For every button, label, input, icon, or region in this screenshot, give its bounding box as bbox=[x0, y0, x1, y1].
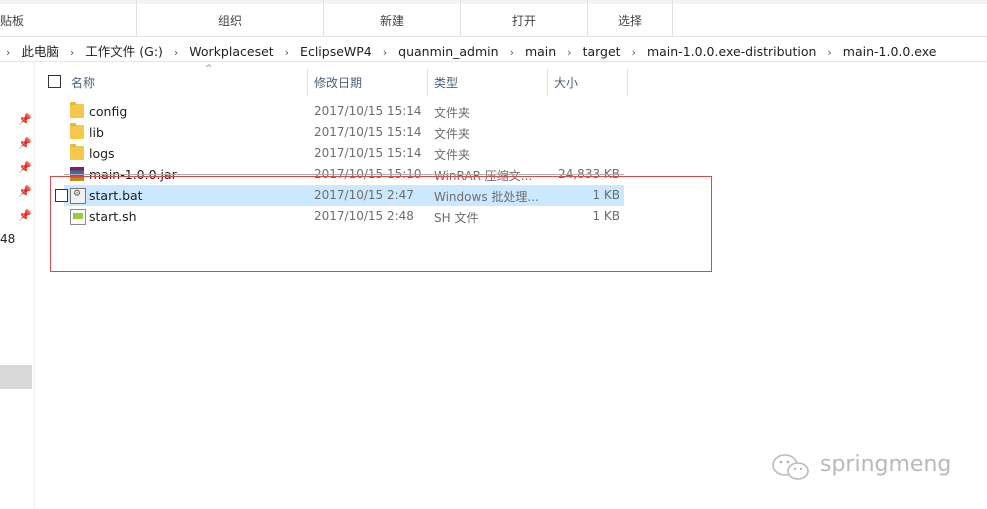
file-date: 2017/10/15 15:14 bbox=[314, 125, 422, 139]
breadcrumb-item[interactable]: main-1.0.0.exe-distribution bbox=[647, 44, 816, 59]
column-size[interactable]: 大小 bbox=[554, 74, 578, 91]
folder-icon bbox=[70, 123, 84, 139]
breadcrumb: › 此电脑 › 工作文件 (G:) › Workplaceset › Eclip… bbox=[6, 41, 936, 60]
navigation-pane[interactable]: 📌 📌 📌 📌 📌 48 bbox=[0, 62, 35, 509]
pin-icon[interactable]: 📌 bbox=[18, 137, 32, 150]
address-bar[interactable]: › 此电脑 › 工作文件 (G:) › Workplaceset › Eclip… bbox=[0, 37, 987, 62]
annotation-rectangle bbox=[50, 176, 712, 272]
file-type: 文件夹 bbox=[434, 127, 471, 141]
chevron-right-icon[interactable]: › bbox=[285, 46, 289, 59]
file-row[interactable]: logs 2017/10/15 15:14 文件夹 bbox=[64, 143, 624, 164]
ribbon-group-new[interactable]: 新建 bbox=[324, 0, 461, 36]
folder-icon bbox=[70, 144, 84, 160]
ribbon-group-select[interactable]: 选择 bbox=[588, 0, 673, 36]
column-type[interactable]: 类型 bbox=[434, 74, 458, 91]
ribbon-group-label: 贴板 bbox=[0, 14, 25, 28]
file-type: 文件夹 bbox=[434, 148, 471, 162]
ribbon: 贴板 组织 新建 打开 选择 bbox=[0, 0, 987, 37]
file-date: 2017/10/15 15:14 bbox=[314, 146, 422, 160]
folder-icon bbox=[70, 102, 84, 118]
sort-ascending-icon: ^ bbox=[205, 64, 213, 74]
watermark-text: springmeng bbox=[820, 452, 952, 477]
breadcrumb-item[interactable]: main bbox=[525, 44, 556, 59]
breadcrumb-item[interactable]: EclipseWP4 bbox=[300, 44, 372, 59]
file-date: 2017/10/15 15:14 bbox=[314, 104, 422, 118]
column-header: ^ 名称 修改日期 类型 大小 bbox=[34, 64, 634, 98]
breadcrumb-item[interactable]: 此电脑 bbox=[21, 41, 59, 60]
file-name: lib bbox=[89, 125, 104, 140]
chevron-right-icon[interactable]: › bbox=[510, 46, 514, 59]
chevron-right-icon[interactable]: › bbox=[567, 46, 571, 59]
ribbon-group-clipboard[interactable]: 贴板 bbox=[0, 0, 137, 36]
row-strike-line bbox=[64, 174, 624, 175]
breadcrumb-item[interactable]: Workplaceset bbox=[189, 44, 273, 59]
nav-item-selected[interactable] bbox=[0, 365, 32, 389]
file-type: 文件夹 bbox=[434, 106, 471, 120]
ribbon-group-label: 组织 bbox=[217, 14, 242, 28]
nav-item-label: 48 bbox=[0, 232, 16, 246]
ribbon-group-open[interactable]: 打开 bbox=[461, 0, 588, 36]
pin-icon[interactable]: 📌 bbox=[18, 161, 32, 174]
breadcrumb-item[interactable]: target bbox=[583, 44, 621, 59]
breadcrumb-item[interactable]: quanmin_admin bbox=[398, 44, 498, 59]
file-row[interactable]: lib 2017/10/15 15:14 文件夹 bbox=[64, 122, 624, 143]
wechat-icon bbox=[772, 454, 809, 480]
column-name[interactable]: 名称 bbox=[71, 74, 95, 91]
chevron-right-icon[interactable]: › bbox=[70, 46, 74, 59]
chevron-right-icon[interactable]: › bbox=[632, 46, 636, 59]
column-date[interactable]: 修改日期 bbox=[314, 74, 362, 91]
pin-icon[interactable]: 📌 bbox=[18, 185, 32, 198]
breadcrumb-item[interactable]: main-1.0.0.exe bbox=[843, 44, 937, 59]
select-all-checkbox[interactable] bbox=[48, 75, 61, 88]
breadcrumb-item[interactable]: 工作文件 (G:) bbox=[85, 41, 163, 60]
file-name: logs bbox=[89, 146, 115, 161]
column-divider[interactable] bbox=[547, 68, 548, 96]
ribbon-group-label: 打开 bbox=[511, 14, 536, 28]
column-divider[interactable] bbox=[307, 68, 308, 96]
column-divider[interactable] bbox=[427, 68, 428, 96]
file-row[interactable]: config 2017/10/15 15:14 文件夹 bbox=[64, 101, 624, 122]
pin-icon[interactable]: 📌 bbox=[18, 113, 32, 126]
pin-icon[interactable]: 📌 bbox=[18, 209, 32, 222]
ribbon-group-label: 选择 bbox=[617, 14, 642, 28]
file-name: config bbox=[89, 104, 128, 119]
chevron-right-icon[interactable]: › bbox=[383, 46, 387, 59]
chevron-right-icon[interactable]: › bbox=[827, 46, 831, 59]
column-divider[interactable] bbox=[627, 68, 628, 96]
ribbon-group-label: 新建 bbox=[379, 14, 404, 28]
ribbon-group-organize[interactable]: 组织 bbox=[137, 0, 324, 36]
chevron-right-icon[interactable]: › bbox=[174, 46, 178, 59]
chevron-right-icon[interactable]: › bbox=[6, 46, 10, 59]
